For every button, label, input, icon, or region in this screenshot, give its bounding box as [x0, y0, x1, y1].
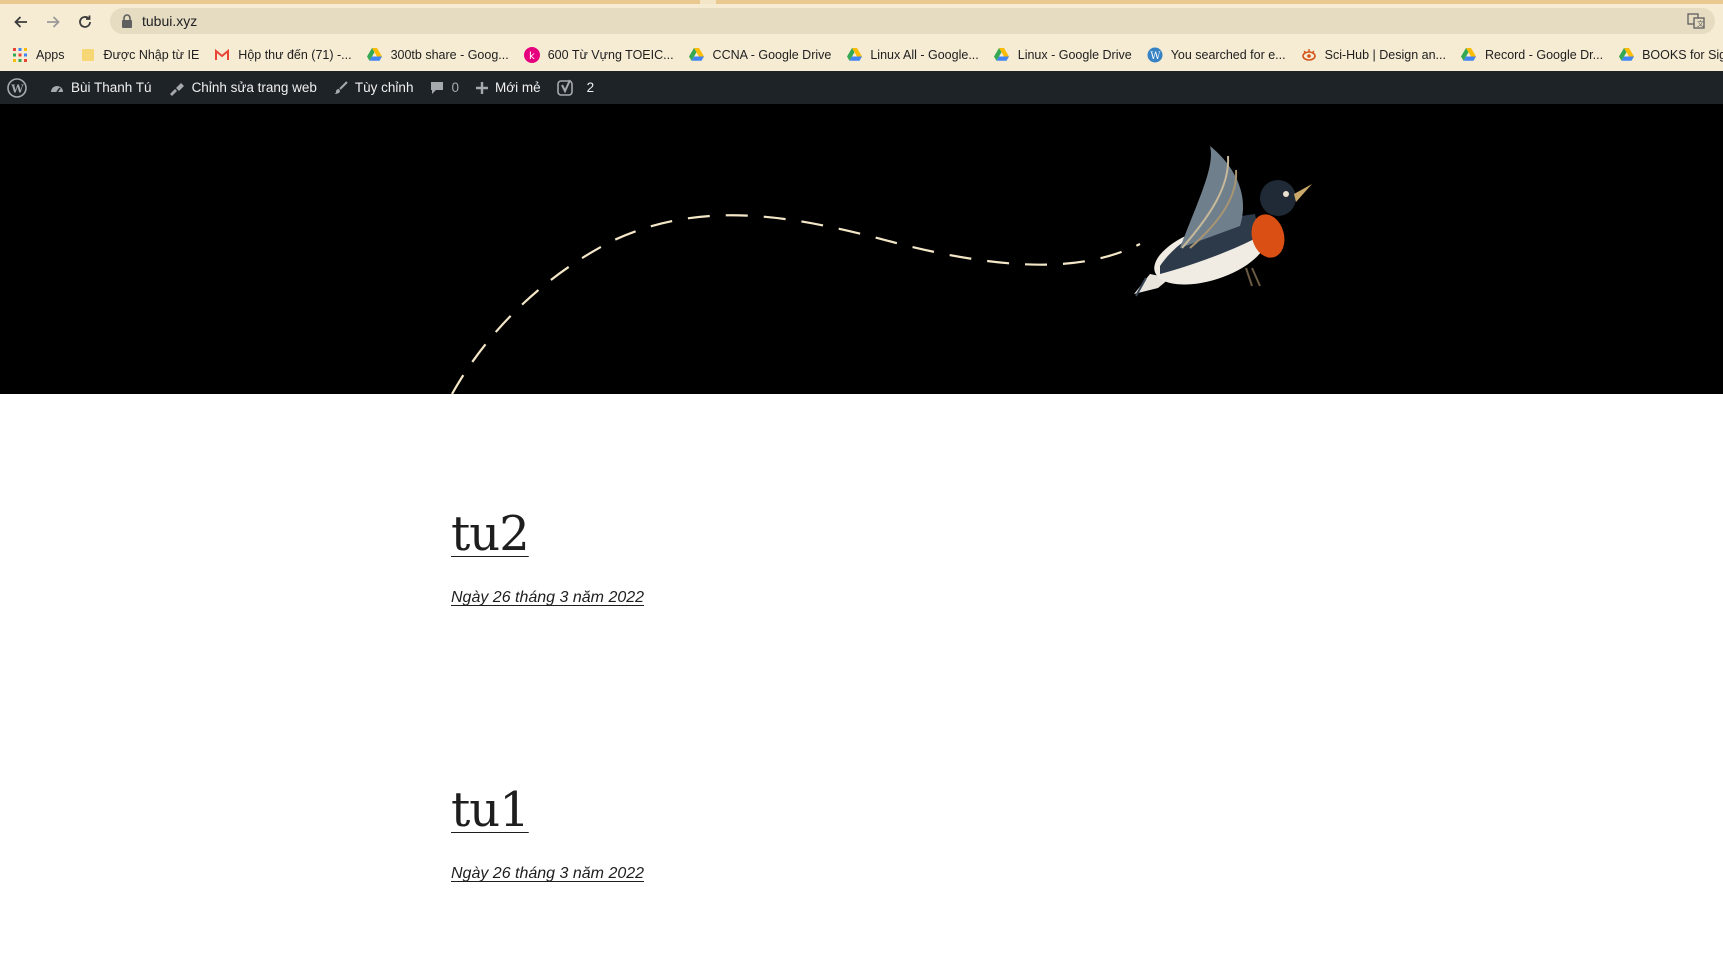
back-arrow-icon	[14, 16, 27, 28]
comments-link[interactable]: 0	[421, 71, 467, 104]
comment-bubble-icon	[431, 81, 444, 94]
wp-logo-menu[interactable]: W	[0, 71, 41, 104]
bookmark-label: Record - Google Dr...	[1484, 47, 1604, 62]
reload-button[interactable]	[73, 10, 97, 34]
google-drive-icon	[689, 47, 705, 63]
svg-text:W: W	[10, 82, 24, 95]
address-bar[interactable]: tubui.xyz 文	[110, 8, 1715, 34]
wordpress-logo-icon: W	[7, 77, 27, 98]
edit-site-icon	[169, 82, 184, 96]
dashed-flight-path	[451, 214, 1141, 394]
comments-count: 0	[451, 80, 459, 95]
back-button[interactable]	[9, 10, 33, 34]
bookmark-apps[interactable]: Apps	[12, 47, 65, 63]
scihub-icon	[1301, 47, 1317, 63]
google-drive-icon	[846, 47, 862, 63]
translate-icon[interactable]: 文	[1687, 12, 1705, 30]
customize-link[interactable]: Tùy chỉnh	[325, 71, 422, 104]
site-name-menu[interactable]: Bùi Thanh Tú	[41, 71, 160, 104]
dashboard-icon	[51, 85, 63, 92]
bookmark-label: Apps	[36, 47, 65, 62]
new-content-label: Mới mẻ	[494, 80, 541, 95]
google-drive-icon	[1461, 47, 1477, 63]
wp-admin-bar: W Bùi Thanh Tú Chỉnh sửa trang web Tùy c…	[0, 71, 1723, 104]
bookmark-label: BOOKS for Signallin...	[1642, 47, 1723, 62]
bookmark-folder-ie[interactable]: Được Nhập từ IE	[80, 47, 200, 63]
url-text: tubui.xyz	[142, 13, 198, 29]
bookmark-toeic[interactable]: k 600 Từ Vựng TOEIC...	[523, 46, 674, 63]
post-title-link[interactable]: tu1	[451, 786, 530, 834]
browser-toolbar: tubui.xyz 文	[0, 4, 1723, 38]
edit-site-link[interactable]: Chỉnh sửa trang web	[160, 71, 325, 104]
apps-grid-icon	[12, 47, 28, 63]
brush-icon	[333, 80, 348, 94]
lock-icon	[122, 14, 132, 28]
k-site-icon: k	[523, 46, 540, 63]
header-illustration	[451, 146, 1312, 394]
bookmark-books[interactable]: BOOKS for Signallin...	[1618, 47, 1723, 63]
bookmark-label: 300tb share - Goog...	[390, 47, 509, 62]
plus-icon	[475, 81, 488, 94]
bookmark-label: You searched for e...	[1170, 47, 1286, 62]
bookmark-record[interactable]: Record - Google Dr...	[1461, 47, 1603, 63]
bookmark-label: Được Nhập từ IE	[103, 47, 200, 62]
bookmark-ccna[interactable]: CCNA - Google Drive	[689, 47, 832, 63]
new-content-menu[interactable]: Mới mẻ	[467, 71, 549, 104]
bookmark-label: CCNA - Google Drive	[712, 47, 832, 62]
bookmark-linux[interactable]: Linux - Google Drive	[994, 47, 1132, 63]
bookmark-wordpress-search[interactable]: W You searched for e...	[1147, 47, 1286, 63]
post-title-link[interactable]: tu2	[451, 510, 530, 558]
bookmark-gmail[interactable]: Hộp thư đến (71) -...	[214, 47, 352, 63]
bookmarks-bar: Apps Được Nhập từ IE Hộp thư đến (71) -.…	[0, 38, 1723, 71]
gmail-icon	[214, 47, 230, 63]
bookmark-label: Hộp thư đến (71) -...	[238, 47, 352, 62]
bookmark-linux-all[interactable]: Linux All - Google...	[846, 47, 979, 63]
svg-text:W: W	[1150, 51, 1161, 62]
site-name-label: Bùi Thanh Tú	[71, 80, 152, 95]
bookmark-scihub[interactable]: Sci-Hub | Design an...	[1301, 47, 1446, 63]
forward-arrow-icon	[47, 16, 60, 28]
forward-button[interactable]	[41, 10, 65, 34]
wordpress-icon: W	[1147, 47, 1163, 63]
bookmark-label: Linux - Google Drive	[1017, 47, 1132, 62]
reload-icon	[79, 15, 91, 28]
yoast-icon	[556, 79, 573, 96]
folder-icon	[80, 47, 96, 63]
bookmark-label: Linux All - Google...	[870, 47, 979, 62]
bird-icon	[1134, 146, 1312, 297]
google-drive-icon	[994, 47, 1010, 63]
post-date-link[interactable]: Ngày 26 tháng 3 năm 2022	[451, 865, 644, 883]
svg-text:文: 文	[1697, 19, 1704, 28]
site-header-image	[0, 104, 1723, 394]
customize-label: Tùy chỉnh	[354, 80, 414, 95]
yoast-seo-menu[interactable]: 2	[549, 71, 603, 104]
bookmark-label: Sci-Hub | Design an...	[1324, 47, 1446, 62]
bookmark-drive-300tb[interactable]: 300tb share - Goog...	[367, 47, 509, 63]
edit-site-label: Chỉnh sửa trang web	[191, 80, 317, 95]
yoast-count: 2	[586, 80, 595, 95]
svg-text:k: k	[529, 51, 535, 62]
google-drive-icon	[367, 47, 383, 63]
google-drive-icon	[1618, 47, 1634, 63]
bookmark-label: 600 Từ Vựng TOEIC...	[547, 47, 674, 62]
post-date-link[interactable]: Ngày 26 tháng 3 năm 2022	[451, 589, 644, 607]
